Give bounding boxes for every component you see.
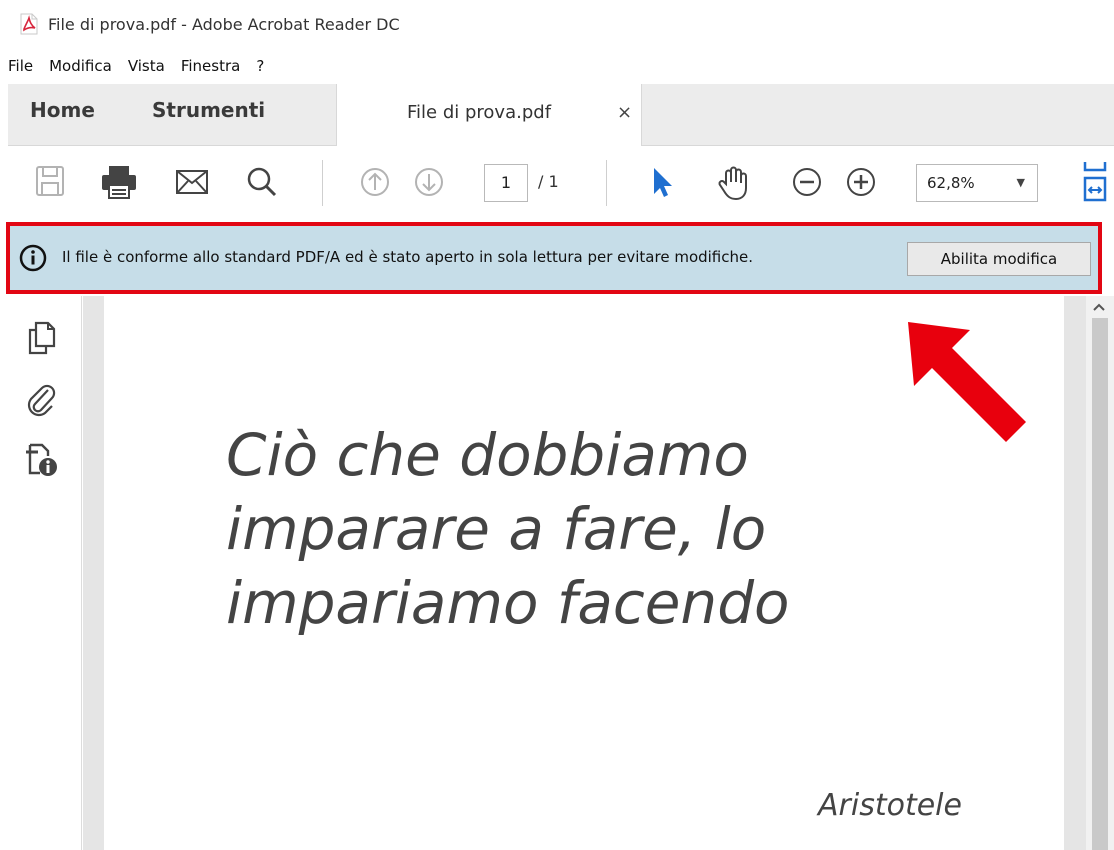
- page-number-input[interactable]: 1: [484, 164, 528, 202]
- quote-text: Ciò che dobbiamo imparare a fare, lo imp…: [226, 418, 926, 640]
- email-icon[interactable]: [174, 164, 210, 200]
- title-bar: File di prova.pdf - Adobe Acrobat Reader…: [0, 0, 1114, 48]
- quote-line: impariamo facendo: [226, 569, 790, 637]
- annotation-arrow-icon: [908, 322, 1026, 442]
- select-cursor-icon[interactable]: [648, 164, 676, 200]
- vertical-scrollbar[interactable]: [1086, 296, 1114, 850]
- quote-line: Ciò che dobbiamo: [226, 421, 749, 489]
- close-tab-icon[interactable]: ×: [617, 102, 632, 123]
- info-bar-content: Il file è conforme allo standard PDF/A e…: [10, 226, 1098, 290]
- chevron-down-icon: ▼: [1016, 176, 1025, 189]
- previous-page-icon[interactable]: [358, 164, 392, 200]
- info-icon: [18, 243, 48, 277]
- hand-tool-icon[interactable]: [716, 164, 752, 202]
- next-page-icon[interactable]: [412, 164, 446, 200]
- zoom-out-icon[interactable]: [790, 164, 824, 200]
- window-title: File di prova.pdf - Adobe Acrobat Reader…: [48, 14, 400, 34]
- fit-width-icon[interactable]: [1082, 160, 1108, 204]
- search-icon[interactable]: [244, 164, 280, 200]
- page-thumbnails-icon[interactable]: [24, 320, 58, 360]
- zoom-value: 62,8%: [927, 174, 975, 192]
- tab-home[interactable]: Home: [30, 98, 95, 122]
- quote-author: Aristotele: [818, 788, 962, 823]
- enable-editing-button[interactable]: Abilita modifica: [907, 242, 1091, 276]
- attachments-icon[interactable]: [24, 382, 58, 422]
- info-message: Il file è conforme allo standard PDF/A e…: [62, 248, 754, 266]
- tab-tools[interactable]: Strumenti: [152, 98, 265, 122]
- print-icon[interactable]: [100, 164, 138, 200]
- save-icon[interactable]: [34, 164, 68, 200]
- page-total: / 1: [538, 172, 559, 191]
- menu-bar: File Modifica Vista Finestra ?: [0, 52, 280, 80]
- pdf-file-icon: [20, 13, 38, 35]
- scrollbar-thumb[interactable]: [1092, 318, 1108, 850]
- toolbar-separator: [322, 160, 323, 206]
- document-info-icon[interactable]: [24, 442, 58, 482]
- toolbar-separator: [606, 160, 607, 206]
- menu-help[interactable]: ?: [256, 57, 264, 75]
- toolbar: 1 / 1 62,8% ▼: [8, 146, 1114, 222]
- tab-bar: Home Strumenti File di prova.pdf ×: [8, 84, 1114, 146]
- chevron-up-icon[interactable]: [1092, 300, 1106, 316]
- left-side-panel: [8, 296, 98, 850]
- quote-line: imparare a fare, lo: [226, 495, 767, 563]
- menu-view[interactable]: Vista: [128, 57, 165, 75]
- zoom-in-icon[interactable]: [844, 164, 878, 200]
- menu-file[interactable]: File: [8, 57, 33, 75]
- menu-window[interactable]: Finestra: [181, 57, 241, 75]
- menu-edit[interactable]: Modifica: [49, 57, 112, 75]
- pdfa-info-bar: Il file è conforme allo standard PDF/A e…: [6, 222, 1102, 294]
- document-tab-title: File di prova.pdf: [407, 102, 552, 123]
- tab-document[interactable]: File di prova.pdf ×: [336, 84, 642, 146]
- zoom-select[interactable]: 62,8% ▼: [916, 164, 1038, 202]
